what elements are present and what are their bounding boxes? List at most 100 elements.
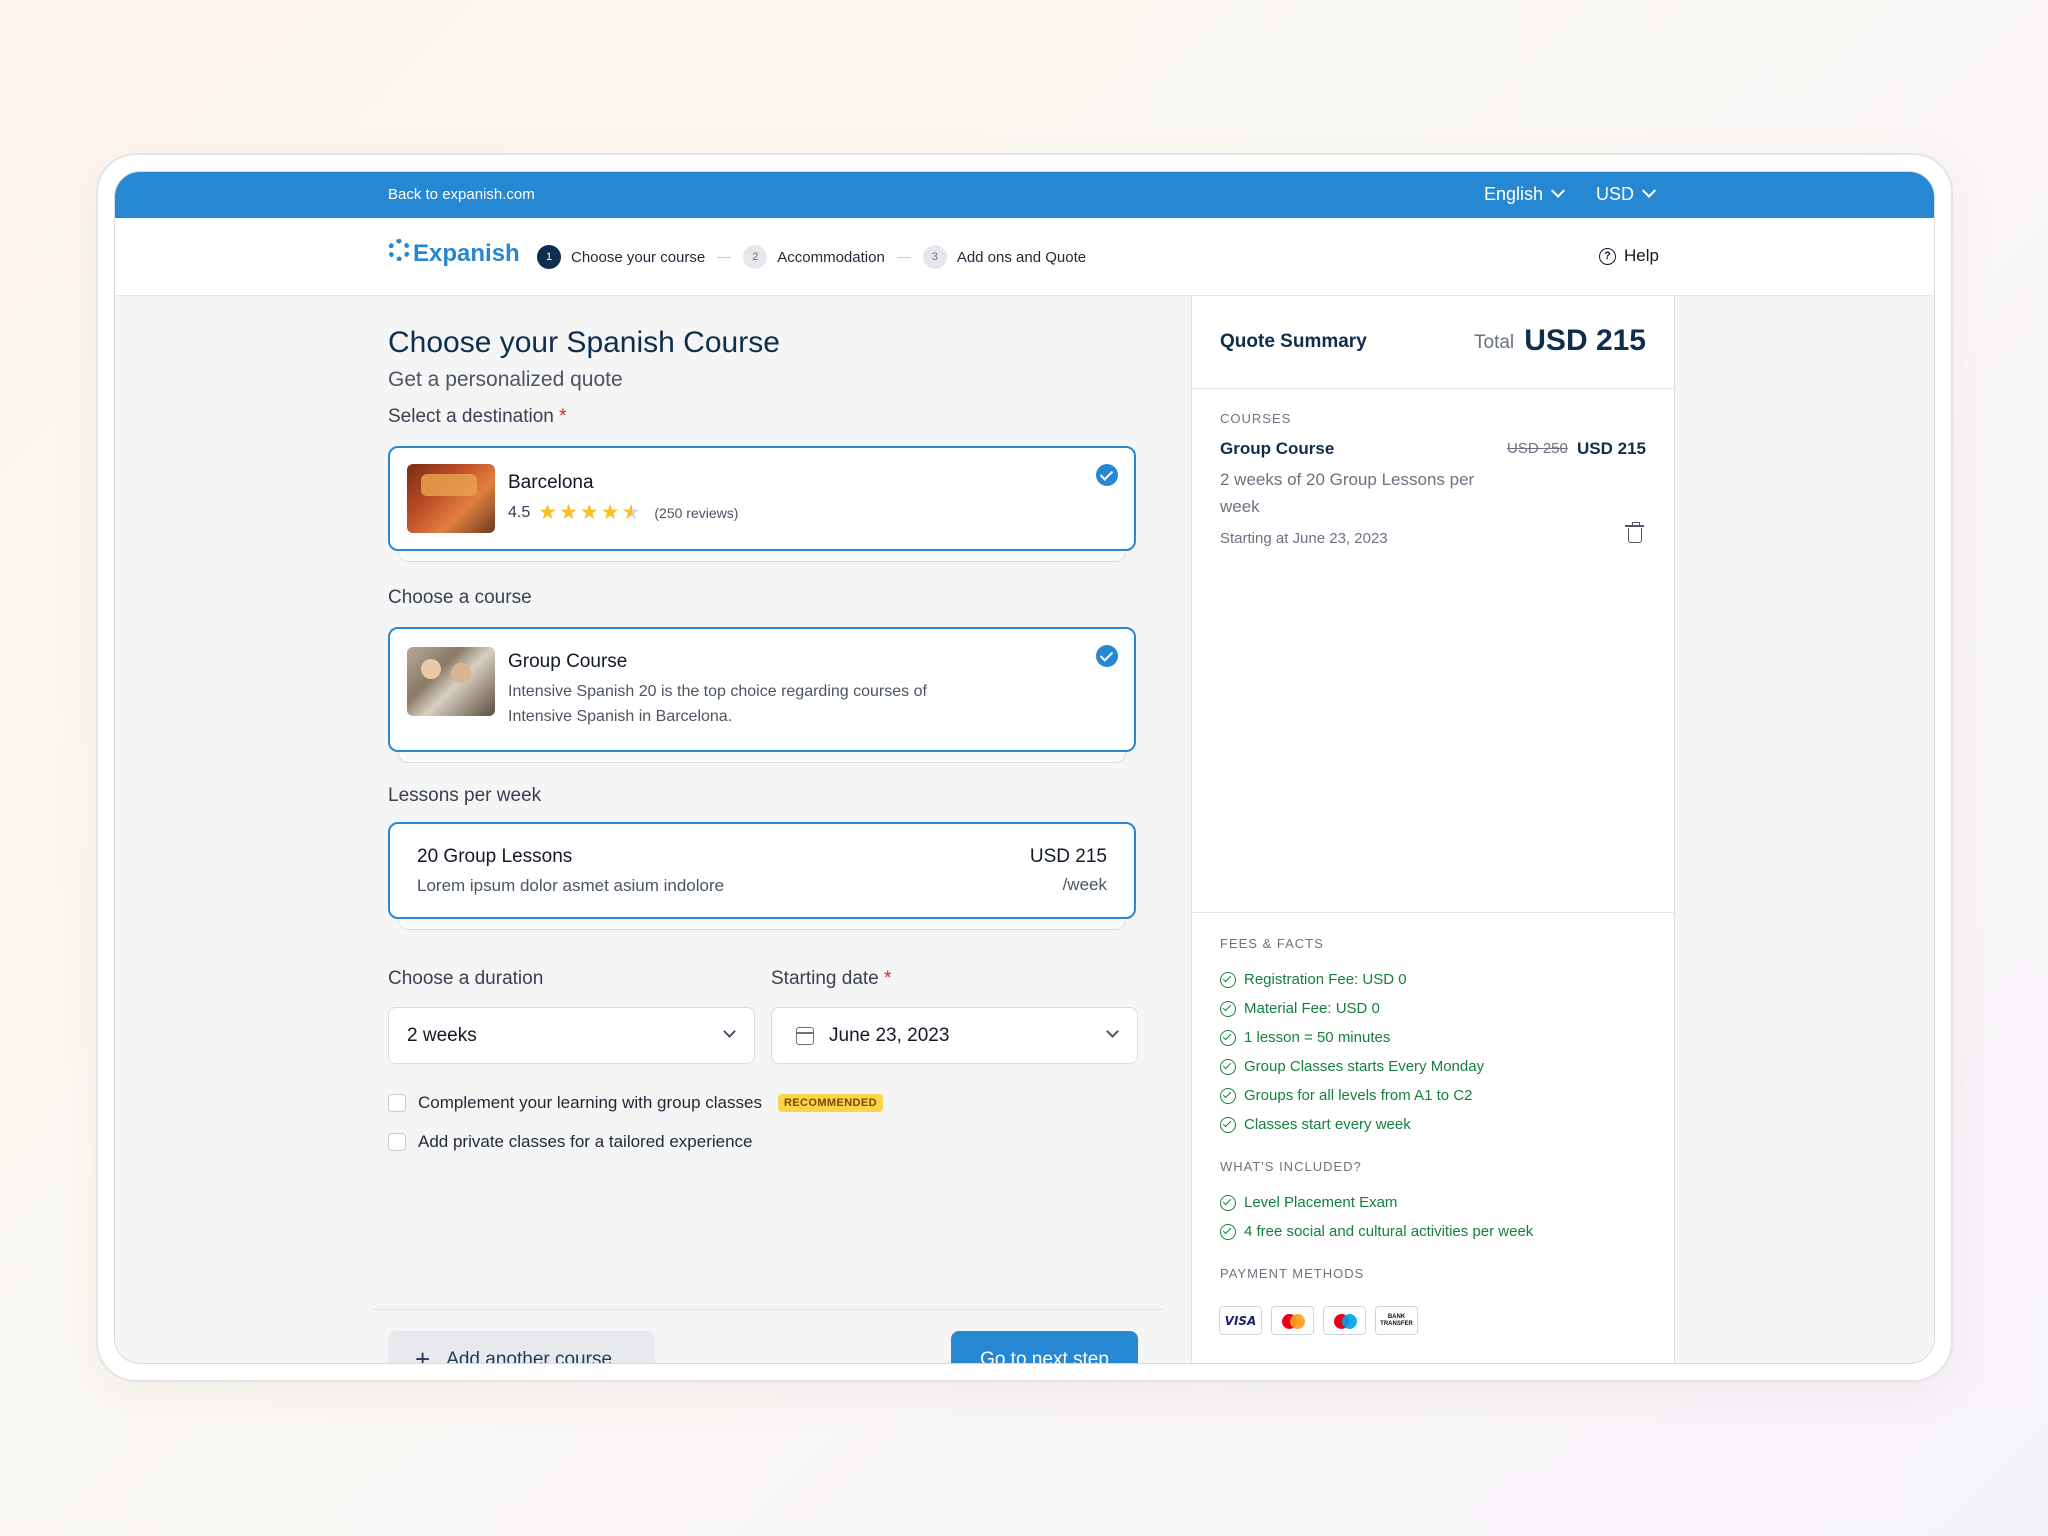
course-name: Group Course — [508, 651, 628, 672]
right-background — [1675, 296, 1934, 1363]
visa-icon: VISA — [1219, 1306, 1262, 1335]
step-2[interactable]: 2 Accommodation — [743, 245, 885, 269]
help-button[interactable]: ? Help — [1599, 246, 1659, 266]
back-link[interactable]: Back to expanish.com — [388, 186, 535, 203]
duration-select[interactable]: 2 weeks — [388, 1007, 755, 1064]
divider — [1192, 912, 1674, 913]
next-step-label: Go to next step — [980, 1348, 1109, 1364]
summary-course-description: 2 weeks of 20 Group Lessons per week — [1220, 470, 1475, 516]
destination-card[interactable]: Barcelona 4.5 ★ ★ ★ ★ ★ (250 reviews) — [388, 446, 1136, 551]
mastercard-icon — [1271, 1306, 1314, 1335]
private-classes-checkbox[interactable] — [388, 1133, 406, 1151]
group-classes-checkbox[interactable] — [388, 1094, 406, 1112]
logo-text: Expanish — [413, 240, 520, 267]
step-label: Choose your course — [571, 248, 706, 266]
add-course-button[interactable]: + Add another course — [388, 1331, 655, 1364]
private-classes-option[interactable]: Add private classes for a tailored exper… — [388, 1132, 753, 1152]
next-step-button[interactable]: Go to next step — [951, 1331, 1138, 1364]
private-classes-rest: for a tailored experience — [565, 1132, 753, 1151]
trash-icon[interactable] — [1625, 522, 1644, 543]
included-item-text: Level Placement Exam — [1244, 1194, 1398, 1211]
check-circle-icon — [1220, 1000, 1236, 1017]
review-count: (250 reviews) — [654, 504, 739, 521]
barcelona-thumbnail — [407, 464, 495, 533]
quote-summary-title: Quote Summary — [1220, 331, 1367, 352]
fee-item-text: Material Fee: USD 0 — [1244, 1000, 1380, 1017]
step-number: 1 — [537, 245, 561, 269]
half-star-icon: ★ — [621, 501, 641, 524]
total-label: Total — [1474, 332, 1515, 353]
fee-item-text: Classes start every week — [1244, 1116, 1411, 1133]
included-item: 4 free social and cultural activities pe… — [1220, 1223, 1533, 1240]
group-course-thumbnail — [407, 647, 495, 716]
logo[interactable]: Expanish — [388, 239, 520, 268]
included-item: Level Placement Exam — [1220, 1194, 1397, 1211]
step-separator — [717, 256, 732, 258]
fee-item-text: Groups for all levels from A1 to C2 — [1244, 1087, 1473, 1104]
add-course-label: Add another course — [446, 1348, 613, 1364]
check-circle-icon — [1220, 1116, 1236, 1133]
language-label: English — [1484, 184, 1544, 204]
step-separator — [896, 256, 911, 258]
footer-divider — [373, 1309, 1163, 1310]
total-value: USD 215 — [1524, 324, 1646, 357]
divider — [1192, 388, 1674, 389]
lessons-name: 20 Group Lessons — [417, 846, 573, 867]
currency-select[interactable]: USD — [1596, 183, 1657, 205]
lessons-card[interactable]: 20 Group Lessons Lorem ipsum dolor asmet… — [388, 822, 1136, 919]
course-description: Intensive Spanish 20 is the top choice r… — [508, 683, 927, 725]
page-title: Choose your Spanish Course — [388, 326, 780, 359]
fee-item: Group Classes starts Every Monday — [1220, 1058, 1484, 1075]
duration-value: 2 weeks — [407, 1025, 477, 1046]
included-heading: WHAT'S INCLUDED? — [1220, 1159, 1362, 1174]
star-icon: ★ — [538, 501, 558, 524]
visa-label: VISA — [1224, 1313, 1257, 1328]
fee-item-text: 1 lesson = 50 minutes — [1244, 1029, 1391, 1046]
chevron-down-icon — [1106, 1025, 1119, 1038]
bank-transfer-icon: BANK TRANSFER — [1375, 1306, 1418, 1335]
included-item-text: 4 free social and cultural activities pe… — [1244, 1223, 1534, 1240]
destination-rating: 4.5 ★ ★ ★ ★ ★ (250 reviews) — [508, 502, 738, 523]
course-label: Choose a course — [388, 587, 532, 608]
check-circle-icon — [1220, 1194, 1236, 1211]
card-stack-shadow — [398, 550, 1126, 562]
recommended-badge: RECOMMENDED — [777, 1094, 883, 1112]
mastercard-right-circle — [1290, 1314, 1305, 1329]
start-date-label-text: Starting date — [771, 968, 879, 989]
group-classes-option[interactable]: Complement your learning with group clas… — [388, 1093, 883, 1113]
help-icon: ? — [1599, 247, 1616, 265]
start-date-select[interactable]: June 23, 2023 — [771, 1007, 1138, 1064]
course-card[interactable]: Group Course Intensive Spanish 20 is the… — [388, 627, 1136, 752]
main-panel: Choose your Spanish Course Get a persona… — [115, 296, 1191, 1363]
header: Expanish 1 Choose your course 2 Accommod… — [115, 218, 1934, 296]
star-icon: ★ — [600, 501, 620, 524]
stepper: 1 Choose your course 2 Accommodation 3 A… — [537, 245, 1086, 269]
fee-item-text: Group Classes starts Every Monday — [1244, 1058, 1485, 1075]
discounted-price: USD 215 — [1577, 439, 1646, 458]
lessons-description: Lorem ipsum dolor asmet asium indolore — [417, 876, 725, 895]
chevron-down-icon — [1641, 183, 1657, 198]
plus-icon: + — [415, 1344, 431, 1364]
lessons-unit: /week — [1062, 875, 1107, 894]
check-circle-icon — [1220, 1058, 1236, 1075]
step-label: Accommodation — [777, 248, 885, 266]
page-subtitle: Get a personalized quote — [388, 368, 623, 391]
language-select[interactable]: English — [1484, 183, 1566, 205]
step-1[interactable]: 1 Choose your course — [537, 245, 705, 269]
fees-heading: FEES & FACTS — [1220, 936, 1324, 951]
step-number: 2 — [743, 245, 768, 269]
currency-label: USD — [1596, 184, 1635, 204]
check-circle-icon — [1220, 1087, 1236, 1104]
fee-item: Classes start every week — [1220, 1116, 1411, 1133]
start-date-label: Starting date * — [771, 968, 891, 990]
fee-item: 1 lesson = 50 minutes — [1220, 1029, 1390, 1046]
private-classes-text: Add private classes for a tailored exper… — [418, 1132, 753, 1152]
calendar-icon — [796, 1027, 814, 1045]
card-stack-shadow — [398, 918, 1126, 930]
lessons-label: Lessons per week — [388, 785, 542, 806]
fee-item: Material Fee: USD 0 — [1220, 1000, 1380, 1017]
lessons-price: USD 215 — [1029, 846, 1107, 867]
logo-icon — [388, 239, 410, 261]
start-date-value: June 23, 2023 — [829, 1025, 950, 1046]
step-3[interactable]: 3 Add ons and Quote — [922, 245, 1086, 269]
